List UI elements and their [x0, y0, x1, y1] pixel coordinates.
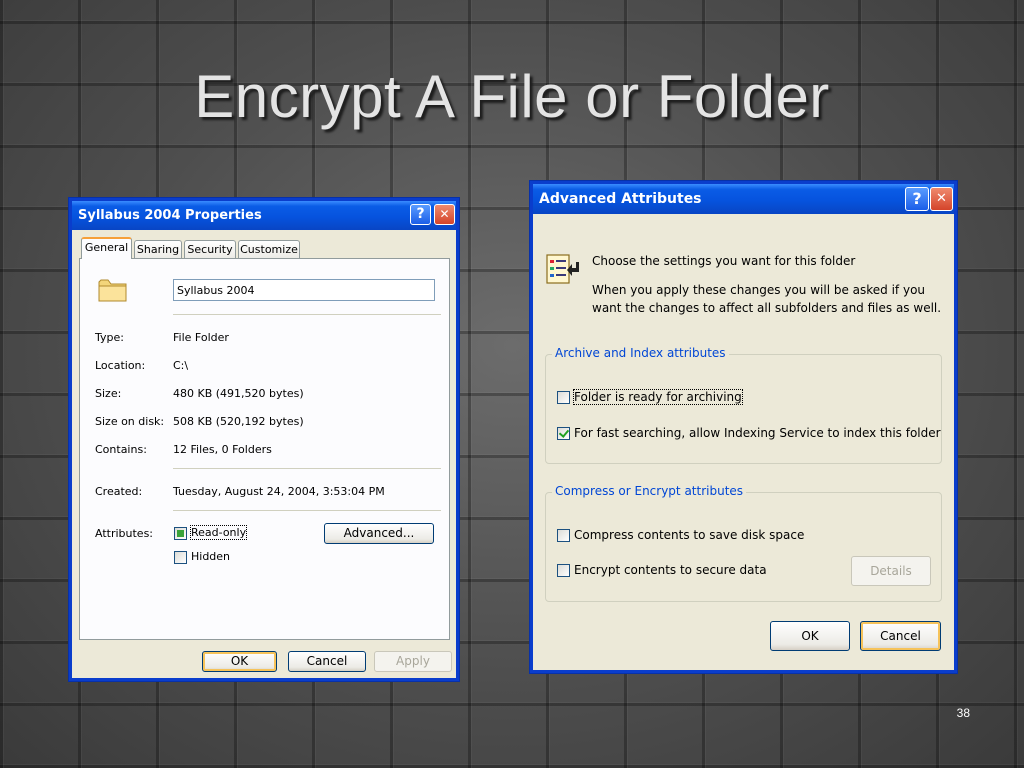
tab-general[interactable]: General	[81, 237, 132, 259]
contains-value: 12 Files, 0 Folders	[173, 443, 272, 456]
details-button[interactable]: Details	[851, 556, 931, 586]
slide-number: 38	[956, 706, 970, 720]
compress-group-title: Compress or Encrypt attributes	[552, 484, 747, 498]
properties-window: Syllabus 2004 Properties ? ✕ General Sha…	[69, 198, 459, 681]
compress-checkbox[interactable]	[557, 529, 570, 542]
readonly-checkbox[interactable]	[174, 527, 187, 540]
archive-group-title: Archive and Index attributes	[552, 346, 729, 360]
size-label: Size:	[95, 387, 122, 400]
archive-checkbox[interactable]	[557, 391, 570, 404]
intro-text: When you apply these changes you will be…	[592, 283, 942, 315]
archive-label[interactable]: Folder is ready for archiving	[573, 389, 743, 405]
type-value: File Folder	[173, 331, 229, 344]
separator	[173, 314, 441, 315]
apply-button[interactable]: Apply	[374, 651, 452, 672]
attributes-icon	[546, 254, 579, 284]
advanced-title: Advanced Attributes	[539, 191, 702, 207]
encrypt-checkbox[interactable]	[557, 564, 570, 577]
location-value: C:\	[173, 359, 189, 372]
attributes-label: Attributes:	[95, 527, 154, 540]
contains-label: Contains:	[95, 443, 147, 456]
created-label: Created:	[95, 485, 143, 498]
hidden-checkbox[interactable]	[174, 551, 187, 564]
created-value: Tuesday, August 24, 2004, 3:53:04 PM	[173, 485, 385, 498]
close-button[interactable]: ✕	[930, 187, 953, 211]
separator	[173, 510, 441, 511]
ok-button[interactable]: OK	[202, 651, 277, 672]
hidden-label[interactable]: Hidden	[191, 550, 230, 563]
cancel-button[interactable]: Cancel	[288, 651, 366, 672]
type-label: Type:	[95, 331, 124, 344]
tab-sharing[interactable]: Sharing	[134, 240, 182, 258]
folder-name-value: Syllabus 2004	[177, 284, 255, 297]
tab-customize[interactable]: Customize	[238, 240, 300, 258]
properties-titlebar[interactable]: Syllabus 2004 Properties ? ✕	[72, 201, 456, 230]
cancel-button[interactable]: Cancel	[860, 621, 941, 651]
index-checkbox[interactable]	[557, 427, 570, 440]
advanced-attributes-window: Advanced Attributes ? ✕ Choose the setti…	[530, 181, 957, 673]
folder-icon	[98, 279, 127, 302]
size-on-disk-label: Size on disk:	[95, 415, 165, 428]
properties-title: Syllabus 2004 Properties	[78, 208, 262, 223]
size-on-disk-value: 508 KB (520,192 bytes)	[173, 415, 304, 428]
ok-button[interactable]: OK	[770, 621, 850, 651]
readonly-label[interactable]: Read-only	[189, 525, 248, 540]
encrypt-label[interactable]: Encrypt contents to secure data	[574, 563, 767, 577]
advanced-button[interactable]: Advanced...	[324, 523, 434, 544]
index-label[interactable]: For fast searching, allow Indexing Servi…	[574, 426, 941, 440]
tab-security[interactable]: Security	[184, 240, 236, 258]
compress-label[interactable]: Compress contents to save disk space	[574, 528, 804, 542]
help-button[interactable]: ?	[905, 187, 929, 211]
folder-name-field[interactable]: Syllabus 2004	[173, 279, 435, 301]
slide-title: Encrypt A File or Folder	[194, 63, 830, 130]
general-tab-panel: Syllabus 2004 Type: File Folder Location…	[79, 258, 450, 640]
location-label: Location:	[95, 359, 146, 372]
size-value: 480 KB (491,520 bytes)	[173, 387, 304, 400]
separator	[173, 468, 441, 469]
archive-index-group: Archive and Index attributes	[545, 346, 942, 464]
close-button[interactable]: ✕	[434, 204, 455, 225]
intro-heading: Choose the settings you want for this fo…	[592, 254, 856, 268]
advanced-titlebar[interactable]: Advanced Attributes ? ✕	[533, 184, 954, 214]
help-button[interactable]: ?	[410, 204, 431, 225]
